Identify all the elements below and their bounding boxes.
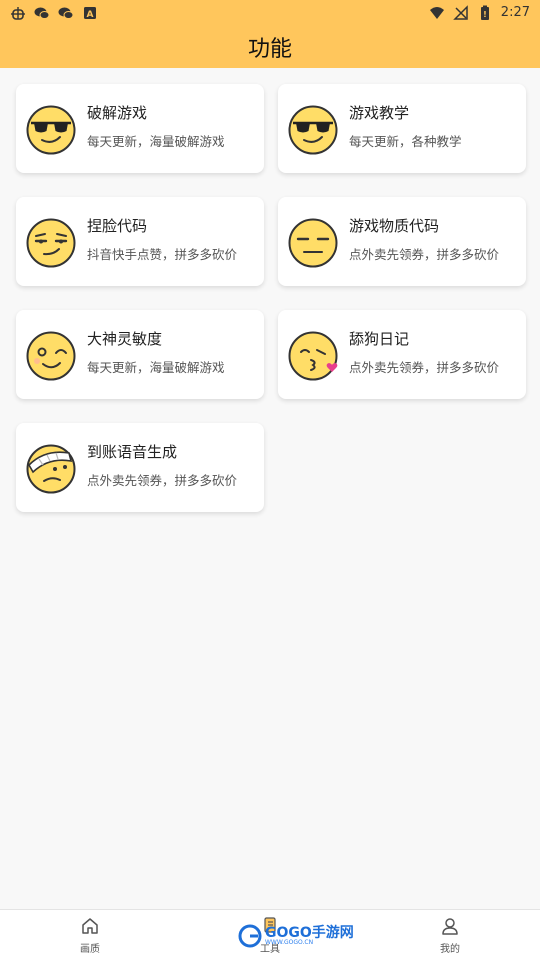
feature-card-game-item-code[interactable]: 游戏物质代码 点外卖先领券，拼多多砍价 [278, 197, 526, 286]
feature-title: 大神灵敏度 [87, 330, 163, 348]
wechat-icon [58, 7, 74, 19]
nav-label: 我的 [440, 943, 460, 955]
kiss-face-icon [288, 331, 338, 380]
feature-title: 到账语音生成 [87, 443, 178, 461]
feature-card-voice-generator[interactable]: 到账语音生成 点外卖先领券，拼多多砍价 [16, 423, 264, 512]
svg-text:A: A [87, 10, 94, 20]
smirk-face-icon [26, 218, 76, 267]
nav-item-quality[interactable]: 画质 [20, 916, 160, 955]
feature-title: 游戏物质代码 [349, 217, 440, 235]
watermark: GOGO手游网 WWW.GOGO.CN [238, 918, 354, 954]
wink-face-icon [26, 331, 76, 380]
feature-grid: 破解游戏 每天更新，海量破解游戏 游戏教学 每天更新，各种教学 捏脸代码 抖音快… [16, 84, 526, 512]
svg-text:!: ! [483, 10, 487, 19]
app-bar: 功能 [0, 25, 540, 68]
feature-card-crack-games[interactable]: 破解游戏 每天更新，海量破解游戏 [16, 84, 264, 173]
feature-subtitle: 点外卖先领券，拼多多砍价 [87, 473, 238, 488]
sunglasses-face-icon [288, 105, 338, 154]
nav-item-profile[interactable]: 我的 [380, 916, 520, 955]
feature-subtitle: 点外卖先领券，拼多多砍价 [349, 360, 500, 375]
watermark-sub: WWW.GOGO.CN [265, 939, 314, 946]
feature-card-game-tutorial[interactable]: 游戏教学 每天更新，各种教学 [278, 84, 526, 173]
feature-title: 捏脸代码 [87, 217, 148, 235]
feature-subtitle: 每天更新，各种教学 [349, 134, 462, 149]
gogo-logo-icon [238, 924, 262, 948]
wifi-icon [429, 6, 444, 19]
nav-label: 画质 [80, 943, 100, 955]
font-icon: A [84, 6, 96, 20]
status-bar: A ! 2:27 [0, 0, 540, 25]
feature-subtitle: 抖音快手点赞，拼多多砍价 [87, 247, 238, 262]
feature-title: 舔狗日记 [349, 330, 410, 348]
status-time: 2:27 [500, 5, 530, 20]
feature-card-sensitivity[interactable]: 大神灵敏度 每天更新，海量破解游戏 [16, 310, 264, 399]
feature-subtitle: 点外卖先领券，拼多多砍价 [349, 247, 500, 262]
feature-title: 游戏教学 [349, 104, 410, 122]
battery-icon: ! [480, 5, 489, 20]
feature-subtitle: 每天更新，海量破解游戏 [87, 360, 225, 375]
sunglasses-face-icon [26, 105, 76, 154]
watermark-text: GOGO手游网 [265, 925, 354, 941]
feature-card-face-code[interactable]: 捏脸代码 抖音快手点赞，拼多多砍价 [16, 197, 264, 286]
signal-off-icon [452, 4, 468, 20]
feature-title: 破解游戏 [87, 104, 148, 122]
bandaged-face-icon [26, 444, 76, 493]
feature-card-diary[interactable]: 舔狗日记 点外卖先领券，拼多多砍价 [278, 310, 526, 399]
bug-icon [11, 6, 25, 20]
expressionless-face-icon [288, 218, 338, 267]
home-icon [82, 917, 98, 934]
user-icon [442, 917, 458, 935]
page-title: 功能 [247, 36, 292, 62]
wechat-icon [34, 7, 50, 19]
feature-subtitle: 每天更新，海量破解游戏 [87, 134, 225, 149]
